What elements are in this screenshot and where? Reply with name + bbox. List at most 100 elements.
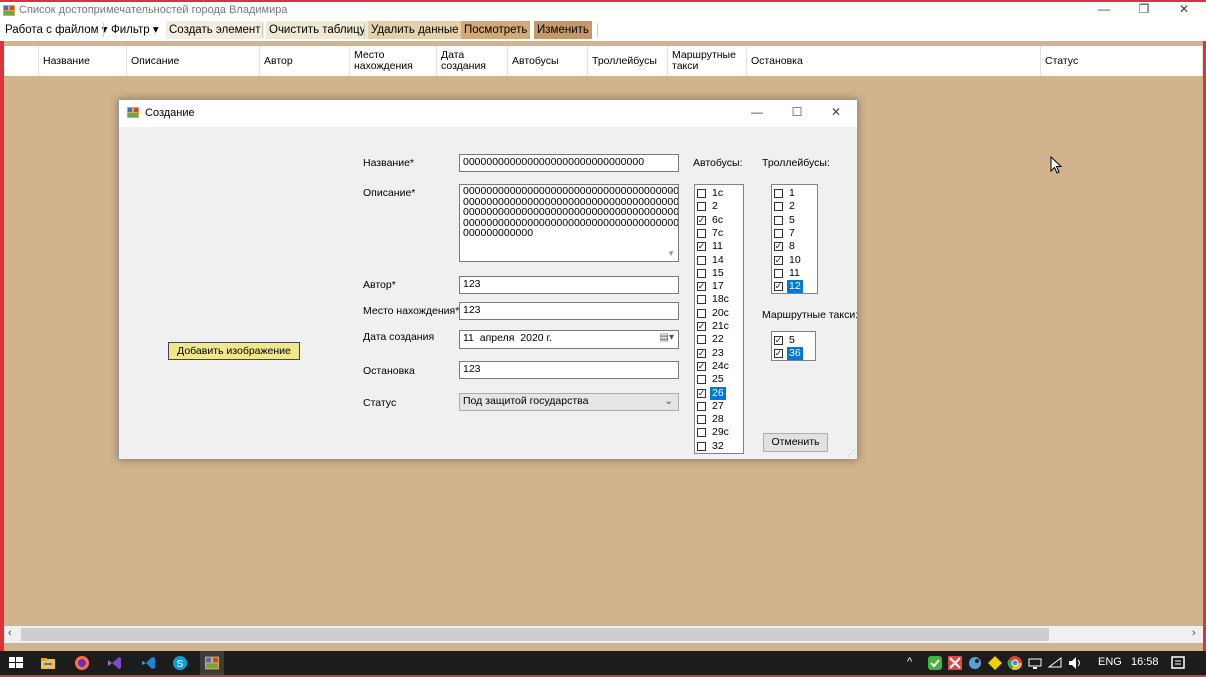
- add-image-button[interactable]: Добавить изображение: [168, 342, 300, 360]
- taxi-route-item[interactable]: ✓ 5: [774, 334, 797, 347]
- trolleybus-route-item[interactable]: 7: [774, 227, 797, 240]
- trolleybuses-checklist[interactable]: 1 2 5 7 ✓ 8 ✓ 10 11 ✓ 12: [771, 184, 818, 294]
- date-month[interactable]: апреля: [480, 332, 515, 344]
- menu-filter[interactable]: Фильтр ▾: [108, 21, 162, 39]
- checkbox-icon[interactable]: [697, 255, 706, 265]
- bus-route-item[interactable]: 29с: [697, 426, 731, 439]
- trolleybus-route-item[interactable]: ✓ 10: [774, 254, 803, 267]
- dialog-minimize-button[interactable]: —: [740, 105, 774, 122]
- scrollbar-thumb[interactable]: [21, 628, 1049, 641]
- column-header-author[interactable]: Автор: [260, 46, 350, 76]
- checkbox-icon[interactable]: [774, 202, 783, 212]
- trolleybus-route-item[interactable]: 11: [774, 267, 802, 280]
- checkbox-checked-icon[interactable]: ✓: [697, 322, 706, 331]
- checkbox-icon[interactable]: [697, 295, 706, 305]
- checkbox-icon[interactable]: [697, 441, 706, 451]
- checkbox-icon[interactable]: [697, 228, 706, 238]
- status-select[interactable]: Под защитой государства ⌄: [459, 393, 679, 411]
- show-hidden-icons[interactable]: ^: [907, 656, 912, 668]
- bus-route-item[interactable]: ✓ 23: [697, 347, 726, 360]
- trolleybus-route-item[interactable]: ✓ 12: [774, 280, 803, 294]
- taxi-route-item[interactable]: ✓ 36: [774, 347, 803, 361]
- bus-route-item[interactable]: ✓ 21с: [697, 320, 731, 333]
- checkbox-checked-icon[interactable]: ✓: [774, 242, 783, 252]
- checkbox-icon[interactable]: [774, 215, 783, 225]
- clear-table-button[interactable]: Очистить таблицу: [266, 21, 369, 39]
- column-header-taxis[interactable]: Маршрутные такси: [668, 46, 747, 76]
- column-header-stop[interactable]: Остановка: [747, 46, 1041, 76]
- name-field[interactable]: 0000000000000000000000000000000: [459, 154, 679, 172]
- checkbox-icon[interactable]: [774, 189, 783, 198]
- notifications-icon[interactable]: [1170, 655, 1186, 671]
- trolleybus-route-item[interactable]: 1: [774, 187, 797, 200]
- visual-studio-icon[interactable]: [106, 655, 122, 671]
- buses-checklist[interactable]: 1с 2 ✓ 6с 7с ✓ 11 14 15 ✓ 17 18с 20с ✓ 21с 22 ✓ 23 ✓ 24с 25 ✓…: [694, 184, 744, 454]
- bus-route-item[interactable]: ✓ 26: [697, 386, 726, 400]
- checkbox-checked-icon[interactable]: ✓: [697, 242, 706, 252]
- skype-icon[interactable]: S: [172, 655, 188, 671]
- column-header-buses[interactable]: Автобусы: [508, 46, 588, 76]
- steam-icon[interactable]: [967, 655, 983, 671]
- row-header-column[interactable]: [4, 46, 39, 76]
- wifi-icon[interactable]: [1047, 655, 1063, 671]
- checkbox-icon[interactable]: [774, 268, 783, 278]
- checkbox-checked-icon[interactable]: ✓: [697, 215, 706, 225]
- date-picker[interactable]: 11 апреля 2020 г. ▤▾: [459, 330, 679, 349]
- vscode-icon[interactable]: [140, 655, 156, 671]
- trolleybus-route-item[interactable]: 5: [774, 214, 797, 227]
- column-header-name[interactable]: Название: [39, 46, 127, 76]
- tray-yellow-icon[interactable]: [987, 655, 1003, 671]
- stop-field[interactable]: 123: [459, 361, 679, 379]
- dialog-maximize-button[interactable]: ☐: [780, 105, 814, 122]
- checkbox-checked-icon[interactable]: ✓: [774, 282, 783, 292]
- checkbox-checked-icon[interactable]: ✓: [697, 282, 706, 292]
- bus-route-item[interactable]: 14: [697, 254, 726, 267]
- checkbox-icon[interactable]: [697, 308, 706, 318]
- checkbox-checked-icon[interactable]: ✓: [697, 388, 706, 398]
- scroll-right-icon[interactable]: ›: [1192, 627, 1196, 639]
- checkbox-icon[interactable]: [697, 335, 706, 345]
- file-explorer-icon[interactable]: [40, 655, 56, 671]
- dialog-close-button[interactable]: ✕: [819, 105, 853, 122]
- checkbox-icon[interactable]: [697, 202, 706, 212]
- checkbox-icon[interactable]: [697, 268, 706, 278]
- bus-route-item[interactable]: 7с: [697, 227, 725, 240]
- calendar-dropdown-icon[interactable]: ▤▾: [660, 332, 674, 343]
- windows-start-icon[interactable]: [8, 655, 24, 671]
- cancel-button[interactable]: Отменить: [763, 433, 828, 452]
- bus-route-item[interactable]: ✓ 24с: [697, 360, 731, 373]
- bus-route-item[interactable]: 22: [697, 333, 726, 346]
- checkbox-checked-icon[interactable]: ✓: [774, 255, 783, 265]
- network-icon[interactable]: [1027, 655, 1043, 671]
- author-field[interactable]: 123: [459, 276, 679, 294]
- edit-button[interactable]: Изменить: [534, 21, 592, 39]
- checkbox-checked-icon[interactable]: ✓: [697, 348, 706, 358]
- bus-route-item[interactable]: 20с: [697, 307, 731, 320]
- bus-route-item[interactable]: 1с: [697, 187, 725, 200]
- column-header-description[interactable]: Описание: [127, 46, 260, 76]
- language-indicator[interactable]: ENG: [1098, 656, 1122, 668]
- column-header-location[interactable]: Место нахождения: [350, 46, 437, 76]
- bus-route-item[interactable]: 15: [697, 267, 726, 280]
- view-button[interactable]: Посмотреть: [461, 21, 531, 39]
- shield-check-icon[interactable]: [927, 655, 943, 671]
- trolleybus-route-item[interactable]: 2: [774, 200, 797, 213]
- checkbox-checked-icon[interactable]: ✓: [697, 361, 706, 371]
- scroll-left-icon[interactable]: ‹: [8, 627, 12, 639]
- column-header-status[interactable]: Статус: [1041, 46, 1203, 76]
- trolleybus-route-item[interactable]: ✓ 8: [774, 240, 797, 253]
- resize-grip-icon[interactable]: ⋰: [847, 449, 855, 458]
- chrome-icon[interactable]: [1007, 655, 1023, 671]
- delete-data-button[interactable]: Удалить данные: [368, 21, 462, 39]
- checkbox-icon[interactable]: [774, 228, 783, 238]
- location-field[interactable]: 123: [459, 302, 679, 320]
- checkbox-icon[interactable]: [697, 401, 706, 411]
- horizontal-scrollbar[interactable]: ‹ ›: [4, 626, 1203, 643]
- checkbox-checked-icon[interactable]: ✓: [774, 336, 783, 345]
- bus-route-item[interactable]: ✓ 11: [697, 240, 725, 253]
- close-button[interactable]: ✕: [1167, 2, 1201, 19]
- column-header-date[interactable]: Дата создания: [437, 46, 508, 76]
- bus-route-item[interactable]: 28: [697, 413, 726, 426]
- date-year[interactable]: 2020 г.: [520, 332, 552, 344]
- maximize-button[interactable]: ❐: [1127, 2, 1161, 19]
